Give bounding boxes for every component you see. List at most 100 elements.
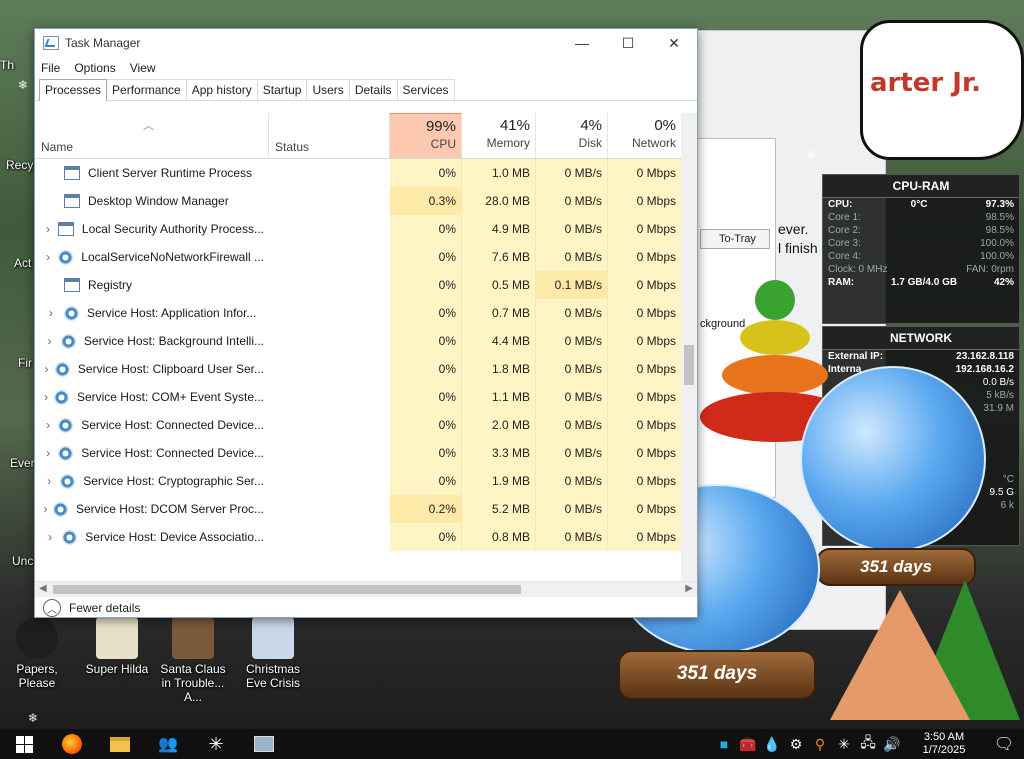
tab-startup[interactable]: Startup <box>256 79 308 100</box>
taskbar-firefox[interactable] <box>48 729 96 759</box>
desktop-label-partial-2[interactable]: Recy <box>6 158 33 172</box>
process-network: 0 Mbps <box>608 411 682 439</box>
tab-app-history[interactable]: App history <box>185 79 258 100</box>
disk-total: 4% <box>580 117 602 134</box>
speech-bubble-text: arter Jr. <box>870 68 981 98</box>
tab-performance[interactable]: Performance <box>106 79 187 100</box>
expand-chevron-icon[interactable]: › <box>40 502 51 516</box>
taskbar-app-photos[interactable] <box>240 729 288 759</box>
chevron-up-icon[interactable]: ︿ <box>43 599 61 617</box>
desktop-icon-label: Santa Claus in Trouble... A... <box>160 662 226 704</box>
expand-chevron-icon[interactable]: › <box>40 390 52 404</box>
process-cpu: 0.2% <box>390 495 462 523</box>
desktop-icon-super-hilda[interactable]: Super Hilda <box>82 617 152 676</box>
process-memory: 28.0 MB <box>462 187 536 215</box>
table-row[interactable]: Desktop Window Manager 0.3% 28.0 MB 0 MB/s 0… <box>35 187 697 215</box>
expand-chevron-icon[interactable]: › <box>40 362 53 376</box>
desktop-label-partial-4[interactable]: Fir <box>18 356 32 370</box>
bg-text-2: l finish <box>778 240 818 256</box>
column-name-label: Name <box>41 140 74 154</box>
table-row[interactable]: › Service Host: Application Infor... 0% 0.7… <box>35 299 697 327</box>
vertical-scroll-thumb[interactable] <box>684 345 694 385</box>
table-row[interactable]: › LocalServiceNoNetworkFirewall ... 0% 7.6 … <box>35 243 697 271</box>
close-button[interactable]: ✕ <box>651 29 697 57</box>
expand-chevron-icon[interactable]: › <box>40 222 56 236</box>
taskbar-file-explorer[interactable] <box>96 729 144 759</box>
desktop-label-partial-1[interactable]: Th <box>0 58 14 72</box>
menu-options[interactable]: Options <box>74 61 115 75</box>
desktop-label-partial-3[interactable]: Act <box>14 256 31 270</box>
cpu-ram-gadget[interactable]: CPU-RAM CPU: 0°C 97.3% Core 1: 98.5% Core… <box>822 174 1020 324</box>
snowflake-icon: ❄ <box>28 711 39 725</box>
clock[interactable]: 3:50 AM 1/7/2025 <box>904 731 984 757</box>
task-manager-window[interactable]: Task Manager — ☐ ✕ File Options View Pro… <box>34 28 698 618</box>
tab-details[interactable]: Details <box>348 79 398 100</box>
desktop-icon-papers-please[interactable]: Papers, Please <box>2 617 72 690</box>
desktop-icon-santa-claus[interactable]: Santa Claus in Trouble... A... <box>158 617 228 704</box>
scroll-left-icon[interactable]: ◀ <box>39 583 47 594</box>
expand-chevron-icon[interactable]: › <box>40 474 58 488</box>
start-button[interactable] <box>0 729 48 759</box>
tray-drop-icon[interactable]: 💧 <box>760 736 784 753</box>
table-row[interactable]: › Service Host: Device Associatio... 0% 0.8… <box>35 523 697 551</box>
table-row[interactable]: › Service Host: Connected Device... 0% 3.3 … <box>35 439 697 467</box>
vertical-scrollbar[interactable] <box>681 113 697 581</box>
process-name: Service Host: Background Intelli... <box>83 334 264 348</box>
tab-services[interactable]: Services <box>396 79 455 100</box>
tray-snowflake-icon[interactable]: ✳ <box>832 736 856 753</box>
scroll-right-icon[interactable]: ▶ <box>685 583 693 594</box>
network-icon[interactable]: 🖧 <box>856 732 880 756</box>
table-row[interactable]: › Service Host: Clipboard User Ser... 0% 1.… <box>35 355 697 383</box>
service-gear-icon <box>53 389 69 405</box>
table-row[interactable]: Client Server Runtime Process 0% 1.0 MB 0 M… <box>35 159 697 187</box>
column-disk[interactable]: 4% Disk <box>536 113 608 158</box>
process-disk: 0 MB/s <box>536 159 608 187</box>
table-row[interactable]: › Service Host: Connected Device... 0% 2.0 … <box>35 411 697 439</box>
table-row[interactable]: › Service Host: COM+ Event Syste... 0% 1.1 … <box>35 383 697 411</box>
snow-globe-right <box>800 366 986 552</box>
menu-view[interactable]: View <box>130 61 156 75</box>
notification-icon[interactable]: 🗨 <box>984 734 1024 754</box>
minimize-button[interactable]: — <box>559 29 605 57</box>
taskbar-snowflake-app[interactable]: ✳ <box>192 729 240 759</box>
tab-processes[interactable]: Processes <box>39 79 108 101</box>
horizontal-scrollbar[interactable]: ◀ ▶ <box>35 581 697 597</box>
title-bar[interactable]: Task Manager — ☐ ✕ <box>35 29 697 57</box>
maximize-button[interactable]: ☐ <box>605 29 651 57</box>
volume-icon[interactable]: 🔊 <box>880 736 904 753</box>
column-network[interactable]: 0% Network <box>608 113 682 158</box>
table-row[interactable]: Registry 0% 0.5 MB 0.1 MB/s 0 Mbps <box>35 271 697 299</box>
table-row[interactable]: › Service Host: DCOM Server Proc... 0.2% 5.… <box>35 495 697 523</box>
horizontal-scroll-thumb[interactable] <box>53 585 521 594</box>
cpu-total: 99% <box>425 118 456 135</box>
table-row[interactable]: › Service Host: Cryptographic Ser... 0% 1.9… <box>35 467 697 495</box>
menu-file[interactable]: File <box>41 61 60 75</box>
to-tray-button[interactable]: To-Tray <box>700 229 770 249</box>
taskbar-app-people[interactable]: 👥 <box>144 729 192 759</box>
service-gear-icon <box>60 473 76 489</box>
table-row[interactable]: › Service Host: Background Intelli... 0% 4.… <box>35 327 697 355</box>
column-name[interactable]: ︿ Name <box>35 113 269 158</box>
expand-chevron-icon[interactable]: › <box>40 418 56 432</box>
tray-search-icon[interactable]: ⚲ <box>808 736 832 753</box>
process-memory: 0.8 MB <box>462 523 536 551</box>
expand-chevron-icon[interactable]: › <box>40 530 60 544</box>
desktop-label-partial-6[interactable]: Unc <box>12 554 33 568</box>
expand-chevron-icon[interactable]: › <box>40 250 56 264</box>
net-line-1: 0.0 B/s <box>982 377 1014 388</box>
expand-chevron-icon[interactable]: › <box>40 334 59 348</box>
column-cpu[interactable]: 99% CPU <box>390 113 462 158</box>
tray-app-icon[interactable]: 🧰 <box>736 736 760 753</box>
network-title: NETWORK <box>823 327 1019 350</box>
tab-users[interactable]: Users <box>306 79 350 100</box>
tray-gear-icon[interactable]: ⚙ <box>784 736 808 753</box>
column-status[interactable]: Status <box>269 113 390 158</box>
process-cpu: 0% <box>390 523 462 551</box>
desktop-label-partial-5[interactable]: Ever <box>10 456 35 470</box>
expand-chevron-icon[interactable]: › <box>40 306 62 320</box>
tray-square-icon[interactable]: ■ <box>712 736 736 752</box>
expand-chevron-icon[interactable]: › <box>40 446 56 460</box>
desktop-icon-christmas-eve[interactable]: Christmas Eve Crisis <box>238 617 308 690</box>
fewer-details-link[interactable]: Fewer details <box>69 601 140 615</box>
table-row[interactable]: › Local Security Authority Process... 0% 4.… <box>35 215 697 243</box>
